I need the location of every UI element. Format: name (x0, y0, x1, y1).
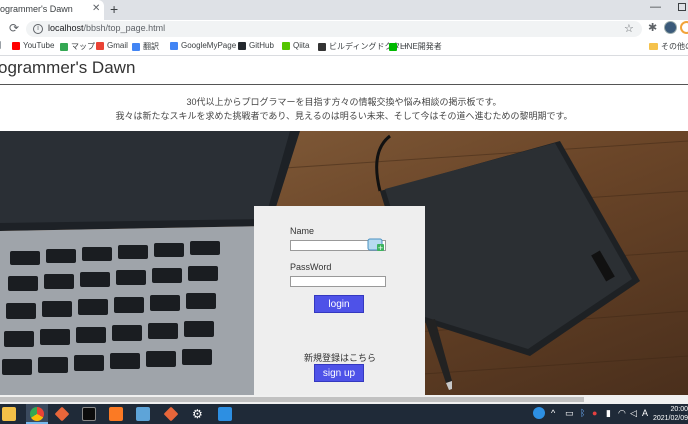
bookmark-label: マップ (71, 42, 95, 51)
tagline-line-2: 我々は新たなスキルを求めた挑戦者であり、見えるのは明るい未来、そして今はその道へ… (115, 111, 573, 121)
address-bar[interactable]: i localhost/bbsh/top_page.html ☆ (26, 21, 642, 37)
bookmark-favicon-icon (170, 41, 178, 50)
scrollbar-thumb[interactable] (0, 397, 584, 402)
url-text[interactable]: localhost/bbsh/top_page.html (48, 23, 165, 33)
password-label: PassWord (290, 262, 332, 272)
bookmark-item[interactable]: 翻訳 (132, 41, 159, 52)
tab-title: ogrammer's Dawn (0, 4, 73, 14)
ime-icon[interactable]: A (642, 408, 648, 418)
tagline-line-1: 30代以上からプログラマーを目指す方々の情報交換や悩み相談の掲示板です。 (186, 97, 502, 107)
folder-icon (649, 43, 658, 50)
register-prompt-text: 新規登録はこちら (304, 353, 377, 363)
maximize-icon[interactable] (678, 3, 686, 11)
wifi-icon[interactable]: ◠ (618, 408, 626, 419)
bookmark-favicon-icon (96, 41, 104, 50)
bookmark-label: Qiita (293, 41, 310, 50)
clock-time: 20:00 (670, 406, 688, 413)
minimize-icon[interactable]: — (650, 1, 661, 13)
git-gui-icon[interactable] (163, 406, 179, 422)
bookmark-favicon-icon (12, 41, 20, 50)
new-tab-icon[interactable]: + (110, 1, 118, 17)
bookmark-item[interactable]: マップ (60, 41, 95, 52)
bookmark-item[interactable]: LINE開発者 (389, 41, 442, 52)
file-explorer-icon[interactable] (2, 407, 16, 421)
tray-network-icon[interactable]: ▭ (565, 408, 574, 419)
horizontal-scrollbar[interactable] (0, 395, 688, 404)
login-button[interactable]: login (314, 295, 364, 313)
bookmark-item[interactable]: YouTube (12, 41, 54, 50)
vscode-icon[interactable] (218, 407, 232, 421)
login-panel: Name + PassWord login 新規登録はこちら sign up (254, 206, 425, 404)
bookmark-label: YouTube (23, 41, 55, 50)
chrome-icon[interactable] (30, 407, 44, 421)
reload-icon[interactable]: ⟳ (9, 21, 19, 35)
bookmarks-bar: その他のブ YouTube マップ Gmail 翻訳 GoogleMyPage GitHu… (0, 38, 688, 56)
bluetooth-icon[interactable]: ᛒ (580, 408, 585, 418)
bookmark-favicon-icon (132, 42, 140, 51)
svg-text:+: + (378, 244, 384, 252)
profile-avatar-icon[interactable] (664, 21, 677, 34)
signup-button[interactable]: sign up (314, 364, 364, 382)
bookmark-item[interactable]: GoogleMyPage (170, 41, 236, 50)
bookmark-favicon-icon (318, 42, 326, 51)
bookmark-apps-icon[interactable] (0, 41, 4, 49)
clock-date: 2021/02/09 (652, 415, 688, 422)
browser-toolbar: ⟳ i localhost/bbsh/top_page.html ☆ (0, 20, 688, 38)
bookmark-other-folder[interactable]: その他のブ (649, 41, 688, 52)
site-title: ogrammer's Dawn (0, 58, 136, 77)
bookmark-favicon-icon (282, 41, 290, 50)
bookmark-favicon-icon (60, 42, 68, 51)
windows-taskbar: ⚙ ^ ▭ ᛒ ● ▮ ◠ ◁ A 20:00 2021/02/09 (0, 404, 688, 424)
volume-icon[interactable]: ◁ (630, 408, 637, 419)
tab-close-icon[interactable]: ✕ (92, 3, 100, 14)
bookmark-label: Gmail (107, 41, 128, 50)
extensions-puzzle-icon[interactable]: ✱ (648, 21, 657, 34)
git-icon[interactable] (54, 406, 70, 422)
browser-tab[interactable]: ogrammer's Dawn ✕ (0, 0, 104, 20)
name-label: Name (290, 226, 315, 236)
info-icon[interactable]: i (33, 24, 43, 34)
battery-icon[interactable]: ▮ (606, 408, 611, 419)
bookmark-label: 翻訳 (143, 42, 159, 51)
help-icon[interactable] (533, 407, 545, 419)
bookmark-label: GitHub (249, 41, 274, 50)
bookmark-item[interactable]: Gmail (96, 41, 128, 50)
settings-gear-icon[interactable]: ⚙ (192, 407, 203, 421)
title-divider (0, 84, 688, 85)
update-avatar-icon[interactable] (680, 21, 688, 34)
password-input[interactable] (290, 276, 386, 287)
system-clock[interactable]: 20:00 2021/02/09 (652, 405, 688, 423)
password-manager-key-icon[interactable]: + (367, 238, 385, 252)
terminal-icon[interactable] (82, 407, 96, 421)
tray-chevron-up-icon[interactable]: ^ (551, 408, 555, 418)
bookmark-label: GoogleMyPage (181, 41, 237, 50)
bookmark-favicon-icon (389, 42, 397, 51)
bookmark-star-icon[interactable]: ☆ (624, 22, 634, 35)
xampp-icon[interactable] (109, 407, 123, 421)
remote-desktop-icon[interactable] (136, 407, 150, 421)
bookmark-label: LINE開発者 (400, 42, 442, 51)
bookmark-item[interactable]: Qiita (282, 41, 309, 50)
bookmark-item[interactable]: GitHub (238, 41, 274, 50)
bookmark-favicon-icon (238, 41, 246, 50)
web-page: ogrammer's Dawn 30代以上からプログラマーを目指す方々の情報交換… (0, 56, 688, 404)
security-icon[interactable]: ● (592, 408, 597, 418)
tab-strip: ogrammer's Dawn ✕ + — (0, 0, 688, 20)
